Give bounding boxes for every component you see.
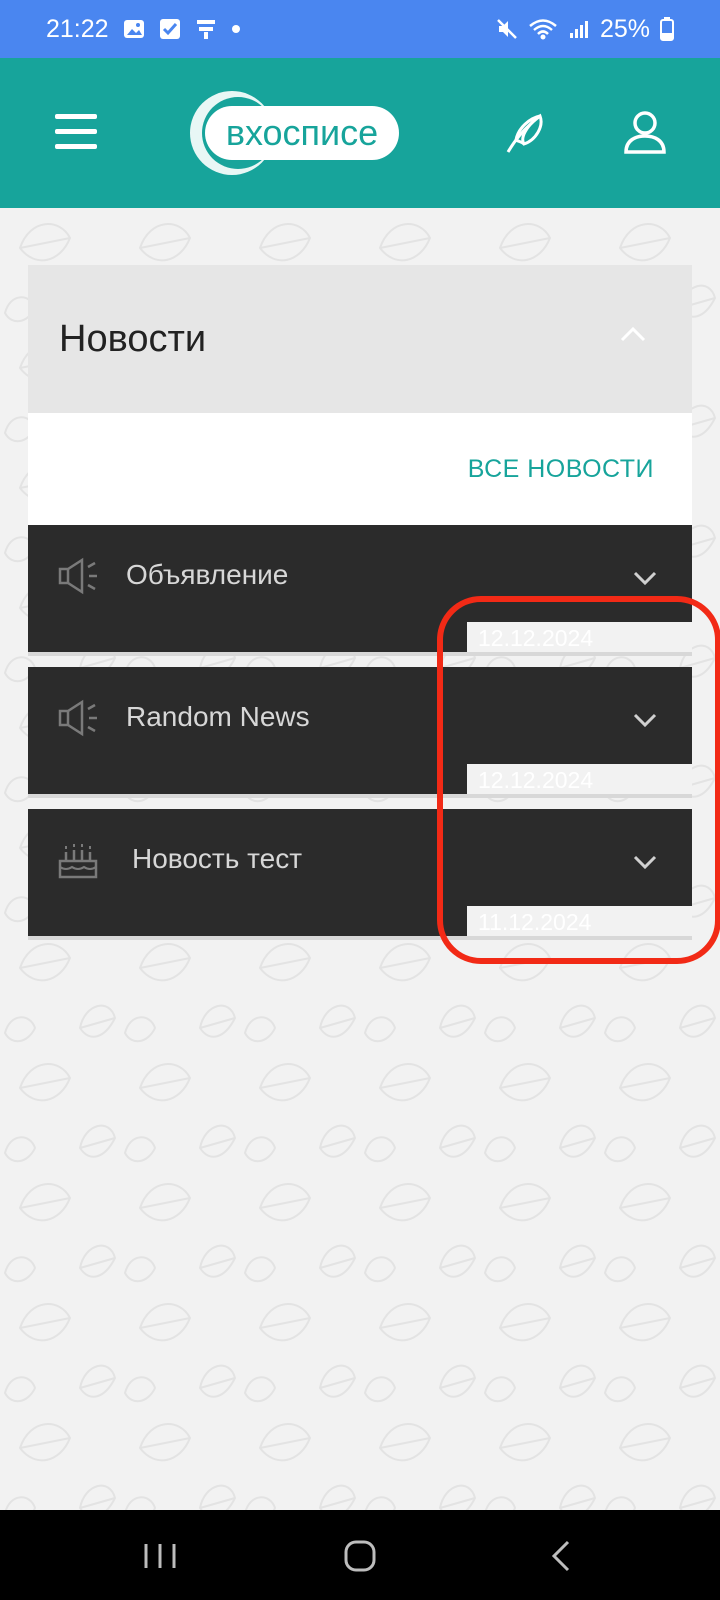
chevron-down-icon[interactable]: [632, 569, 658, 587]
menu-button[interactable]: [55, 114, 97, 152]
chevron-up-icon[interactable]: [618, 321, 648, 345]
app-bar: вхосписе: [0, 58, 720, 208]
cell-signal-icon: [569, 21, 588, 38]
highlight-annotation: [437, 596, 720, 964]
back-icon[interactable]: [544, 1538, 584, 1574]
dot-icon: [231, 25, 240, 33]
news-actions: ВСЕ НОВОСТИ: [28, 413, 692, 525]
megaphone-icon: [58, 699, 97, 737]
news-title: Random News: [126, 701, 310, 732]
all-news-link[interactable]: ВСЕ НОВОСТИ: [468, 455, 654, 484]
user-icon[interactable]: [620, 108, 670, 158]
gallery-icon: [123, 20, 144, 38]
mute-icon: [497, 19, 517, 39]
megaphone-icon: [58, 557, 97, 595]
status-bar: 21:22 25%: [0, 0, 720, 58]
logo[interactable]: вхосписе: [188, 89, 418, 177]
signal-app-icon: [196, 20, 215, 39]
news-title: Объявление: [126, 559, 289, 590]
clock: 21:22: [46, 14, 109, 43]
system-nav-bar: [0, 1510, 720, 1600]
section-title: Новости: [59, 317, 207, 360]
home-icon[interactable]: [340, 1538, 380, 1574]
battery-icon: [660, 17, 674, 41]
recents-icon[interactable]: [140, 1538, 180, 1574]
news-title: Новость тест: [132, 843, 303, 874]
cake-icon: [58, 844, 98, 879]
logo-text: вхосписе: [205, 106, 399, 160]
wifi-icon: [529, 19, 557, 40]
battery-percent: 25%: [599, 14, 650, 43]
menu-icon: [55, 114, 97, 119]
check-icon: [159, 19, 180, 39]
feather-icon[interactable]: [500, 108, 550, 158]
news-header[interactable]: Новости: [28, 265, 692, 413]
